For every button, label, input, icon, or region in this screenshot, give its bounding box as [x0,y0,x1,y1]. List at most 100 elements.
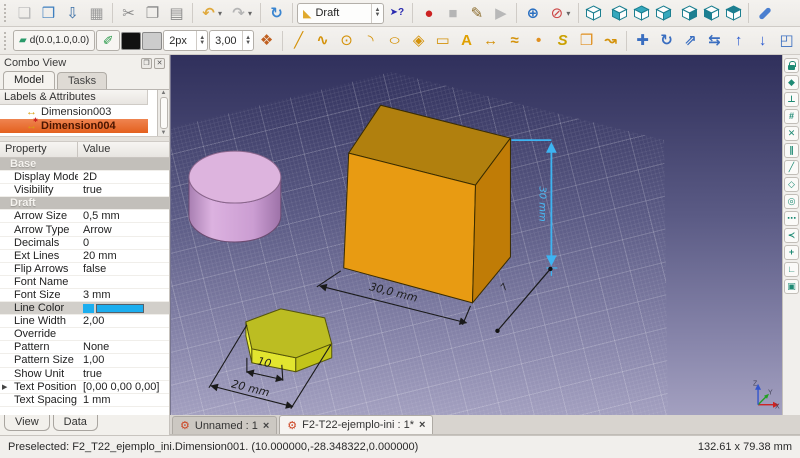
copy-icon[interactable]: ❐ [141,2,164,24]
property-value[interactable]: 3 mm [78,289,169,301]
print-button[interactable]: ▦ [85,2,108,24]
draft-shapestring-button[interactable]: S [551,30,574,52]
draw-style-button[interactable]: ⊘ [545,2,568,24]
property-row-pattern-size[interactable]: Pattern Size 1,00 [0,354,169,368]
redo-button-dropdown-icon[interactable]: ▾ [248,9,256,18]
cylinder-object[interactable] [188,150,282,243]
snap-ortho-icon[interactable]: ∟ [784,262,799,277]
property-row-display-mode[interactable]: Display Mode 2D [0,171,169,185]
property-value[interactable]: 0,5 mm [78,210,169,222]
macro-edit-button[interactable]: ✎ [465,2,488,24]
macro-play-button[interactable]: ▶ [489,2,512,24]
draft-point-button[interactable]: • [527,30,550,52]
view-left-button[interactable] [723,2,744,24]
draw-style-button-dropdown-icon[interactable]: ▾ [566,9,574,18]
property-value[interactable]: false [78,263,169,275]
snap-perpendicular-icon[interactable]: ⊥ [784,92,799,107]
close-tab-icon[interactable]: × [419,419,425,431]
whats-this-button[interactable]: ➤? [385,2,408,24]
draft-line-button[interactable]: ╱ [287,30,310,52]
panel-tab-view[interactable]: View [4,415,50,431]
draft-circle-button[interactable]: ⊙ [335,30,358,52]
face-color-swatch[interactable] [142,31,163,50]
property-row-pattern[interactable]: Pattern None [0,341,169,355]
snap-parallel-icon[interactable]: ∥ [784,143,799,158]
zoom-fit-button[interactable]: ⊕ [521,2,544,24]
snap-midpoint-icon[interactable]: ≺ [784,228,799,243]
macro-record-button[interactable]: ● [417,2,440,24]
construction-mode-button[interactable]: ✐ [96,30,121,51]
property-row-visibility[interactable]: Visibility true [0,184,169,198]
modify-move-button[interactable]: ✚ [631,30,654,52]
snap-grid-icon[interactable]: # [784,109,799,124]
workbench-selector[interactable]: ◣ Draft ▲ ▼ [297,2,385,24]
redo-button[interactable]: ↷ [227,2,250,24]
draft-rectangle-button[interactable]: ▭ [431,30,454,52]
expand-arrow-icon[interactable]: ▶ [2,383,7,391]
snap-lock-icon[interactable] [784,58,799,73]
line-width-spinbox[interactable]: 2px ▲ ▼ [163,30,209,51]
property-row-text-position[interactable]: Text Position ▶ [0,00 0,00 0,00] [0,381,169,394]
macro-stop-button[interactable]: ■ [441,2,464,24]
paste-icon[interactable]: ▤ [165,2,188,24]
snap-working-plane-icon[interactable]: ▣ [784,279,799,294]
modify-upgrade-button[interactable]: ↑ [727,30,750,52]
draft-dimension-button[interactable]: ↔ [479,30,502,52]
modify-trim-button[interactable]: ⇆ [703,30,726,52]
3d-view-canvas[interactable]: 30,0 mm 20 mm 10 30 mm 7 Z Y X [171,55,782,415]
undo-button-dropdown-icon[interactable]: ▾ [218,9,226,18]
snap-extension-icon[interactable]: + [784,245,799,260]
tree-item-dimension003[interactable]: ↔ Dimension003 [0,105,148,119]
tree-scrollbar[interactable]: ▲ ▼ [157,90,169,136]
tab-model[interactable]: Model [3,71,55,89]
property-value[interactable]: 2D [78,171,169,183]
property-row-arrow-type[interactable]: Arrow Type Arrow [0,223,169,237]
property-value[interactable]: 1 mm [78,394,169,406]
view-bottom-button[interactable] [701,2,722,24]
combo-arrows-icon[interactable]: ▲ ▼ [371,3,380,23]
open-file-button[interactable]: ❒ [37,2,60,24]
new-file-button[interactable]: ❏ [13,2,36,24]
line-color-swatch[interactable] [121,31,142,50]
property-row-line-width[interactable]: Line Width 2,00 [0,315,169,329]
view-top-button[interactable] [631,2,652,24]
property-row-show-unit[interactable]: Show Unit true [0,368,169,381]
modify-rotate-button[interactable]: ↻ [655,30,678,52]
tab-tasks[interactable]: Tasks [56,72,108,89]
float-panel-icon[interactable]: ❐ [141,57,152,69]
property-row-text-spacing[interactable]: Text Spacing 1 mm [0,394,169,407]
draft-wire-button[interactable]: ∿ [311,30,334,52]
draft-text-button[interactable]: A [455,30,478,52]
working-plane-button[interactable]: ▰ d(0.0,1.0,0.0) [13,30,96,51]
document-tab[interactable]: ⚙ F2-T22-ejemplo-ini : 1* × [279,415,434,434]
modify-scale-button[interactable]: ◰ [775,30,798,52]
draft-arc-button[interactable]: ◝ [359,30,382,52]
property-value[interactable]: 20 mm [78,250,169,262]
measure-distance-button[interactable] [753,2,776,24]
property-value[interactable]: [0,00 0,00 0,00] [78,381,169,393]
property-value[interactable]: 2,00 [78,315,169,327]
draft-polygon-button[interactable]: ◈ [407,30,430,52]
property-row-font-name[interactable]: Font Name [0,276,169,289]
refresh-button[interactable]: ↻ [265,2,288,24]
property-value[interactable]: 0 [78,237,169,249]
spinner-arrows-icon[interactable]: ▲ ▼ [196,31,205,50]
dimension-box-height-selected[interactable]: 30 mm [511,139,558,276]
draft-ellipse-button[interactable]: ○ [383,30,406,52]
property-value[interactable] [78,303,169,313]
close-panel-icon[interactable]: ✕ [154,57,165,69]
autogroup-button[interactable]: ❖ [255,30,278,52]
property-row-arrow-size[interactable]: Arrow Size 0,5 mm [0,210,169,224]
snap-endpoint-icon[interactable]: ◆ [784,75,799,90]
property-row-override[interactable]: Override [0,328,169,342]
tree-item-dimension004[interactable]: ↔ ✱ Dimension004 [0,118,148,133]
view-front-button[interactable] [609,2,630,24]
panel-tab-data[interactable]: Data [52,415,98,431]
property-value[interactable]: None [78,341,169,353]
property-row-decimals[interactable]: Decimals 0 [0,237,169,250]
draft-bezier-button[interactable]: ↝ [599,30,622,52]
property-row-font-size[interactable]: Font Size 3 mm [0,289,169,303]
property-value[interactable]: 1,00 [78,354,169,366]
snap-dimensions-icon[interactable]: ⋯ [784,211,799,226]
modify-offset-button[interactable]: ⇗ [679,30,702,52]
